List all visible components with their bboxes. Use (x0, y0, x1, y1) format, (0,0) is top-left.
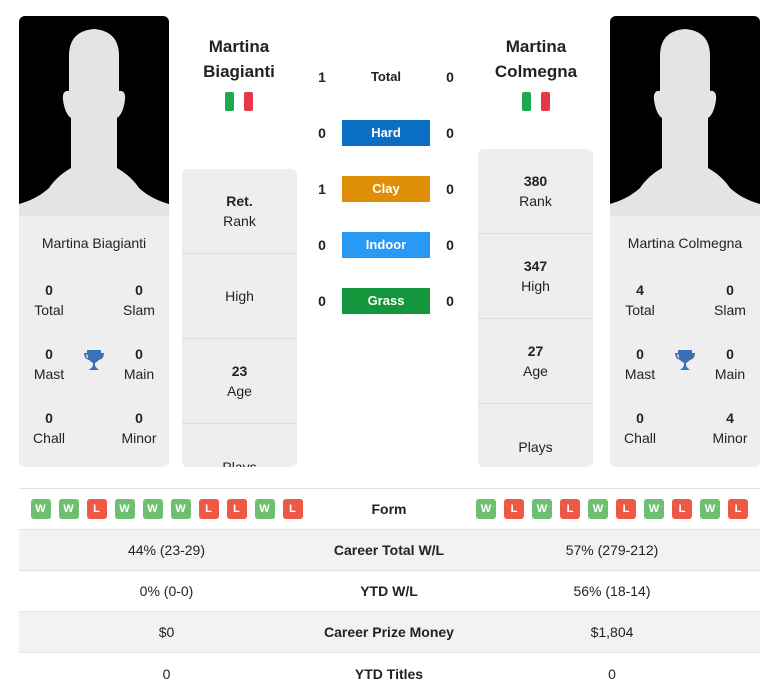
titles-minor: 4 Minor (712, 410, 748, 446)
titles-slam: 0 Slam (123, 282, 155, 318)
surface-clay-badge[interactable]: Clay (342, 176, 430, 202)
player2-plays: Plays (518, 438, 553, 455)
titles-total: 4 Total (625, 282, 655, 318)
trophy-icon (84, 350, 104, 370)
surface-grass-badge[interactable]: Grass (342, 288, 430, 314)
player1-plays: Plays (222, 458, 257, 468)
form-win-badge[interactable]: W (30, 499, 51, 519)
italy-flag-icon (522, 92, 551, 111)
player1-name[interactable]: Martina Biagianti (169, 34, 309, 84)
h2h-grass-row: 0 Grass 0 (310, 288, 465, 314)
form-win-badge[interactable]: W (532, 499, 552, 519)
player2-name[interactable]: Martina Colmegna (466, 34, 606, 84)
player2-age: 27 Age (478, 319, 593, 404)
stats-table: WWLWWWLLWL Form WLWLWLWLWL 44% (23-29) C… (19, 488, 760, 694)
surface-total: Total (370, 69, 402, 84)
form-label: Form (371, 501, 407, 517)
form-loss-badge[interactable]: L (86, 499, 107, 519)
player2-high: 347 High (478, 234, 593, 319)
form-win-badge[interactable]: W (254, 499, 275, 519)
player1-form: WWLWWWLLWL (19, 499, 314, 519)
titles-total: 0 Total (34, 282, 64, 318)
player1-age: 23 Age (182, 339, 297, 424)
h2h-clay-row: 1 Clay 0 (310, 176, 465, 202)
form-row: WWLWWWLLWL Form WLWLWLWLWL (19, 489, 760, 530)
titles-chall: 0 Chall (33, 410, 65, 446)
player2-photo (610, 16, 760, 216)
trophy-icon (675, 350, 695, 370)
titles-main: 0 Main (714, 346, 746, 382)
form-loss-badge[interactable]: L (198, 499, 219, 519)
form-loss-badge[interactable]: L (282, 499, 303, 519)
form-loss-badge[interactable]: L (226, 499, 247, 519)
italy-flag-icon (225, 92, 254, 111)
player2-rank-card: 380 Rank 347 High 27 Age Plays (478, 149, 593, 467)
titles-slam: 0 Slam (714, 282, 746, 318)
titles-minor: 0 Minor (121, 410, 157, 446)
player1-high: High (182, 254, 297, 339)
form-loss-badge[interactable]: L (728, 499, 748, 519)
player2-card: Martina Colmegna 4 Total 0 Slam 0 Mast 0 Mai… (610, 16, 760, 467)
form-loss-badge[interactable]: L (616, 499, 636, 519)
player2-titles: 4 Total 0 Slam 0 Mast 0 Main 0 Chall 4 Minor (610, 255, 760, 455)
silhouette-icon (19, 29, 169, 216)
table-row: 0 YTD Titles 0 (162, 665, 616, 682)
player1-rank-card: Ret. Rank High 23 Age Plays (182, 169, 297, 467)
form-loss-badge[interactable]: L (672, 499, 692, 519)
form-win-badge[interactable]: W (142, 499, 163, 519)
form-loss-badge[interactable]: L (560, 499, 580, 519)
player1-rank: Ret. Rank (182, 169, 297, 254)
silhouette-icon (610, 29, 760, 216)
surface-indoor-badge[interactable]: Indoor (342, 232, 430, 258)
player1-card: Martina Biagianti 0 Total 0 Slam 0 Mast 0 Ma… (19, 16, 169, 467)
form-win-badge[interactable]: W (114, 499, 135, 519)
form-win-badge[interactable]: W (644, 499, 664, 519)
h2h-total-row: 1 Total 0 (310, 64, 465, 90)
form-win-badge[interactable]: W (170, 499, 191, 519)
titles-mast: 0 Mast (33, 346, 65, 382)
player1-photo (19, 16, 169, 216)
form-win-badge[interactable]: W (588, 499, 608, 519)
titles-mast: 0 Mast (624, 346, 656, 382)
player1-titles: 0 Total 0 Slam 0 Mast 0 Main 0 Chall 0 Minor (19, 255, 169, 455)
table-row: 44% (23-29) Career Total W/L 57% (279-21… (19, 530, 760, 571)
player2-form: WLWLWLWLWL (464, 499, 760, 519)
player2-rank: 380 Rank (478, 149, 593, 234)
player1-card-name: Martina Biagianti (41, 235, 147, 251)
table-row: 0% (0-0) YTD W/L 56% (18-14) (19, 571, 760, 612)
surface-hard-badge[interactable]: Hard (342, 120, 430, 146)
h2h-hard-row: 0 Hard 0 (310, 120, 465, 146)
form-win-badge[interactable]: W (58, 499, 79, 519)
titles-main: 0 Main (123, 346, 155, 382)
form-win-badge[interactable]: W (476, 499, 496, 519)
h2h-indoor-row: 0 Indoor 0 (310, 232, 465, 258)
form-win-badge[interactable]: W (700, 499, 720, 519)
player2-card-name: Martina Colmegna (627, 235, 743, 251)
form-loss-badge[interactable]: L (504, 499, 524, 519)
table-row: $0 Career Prize Money $1,804 (19, 612, 760, 653)
titles-chall: 0 Chall (624, 410, 656, 446)
